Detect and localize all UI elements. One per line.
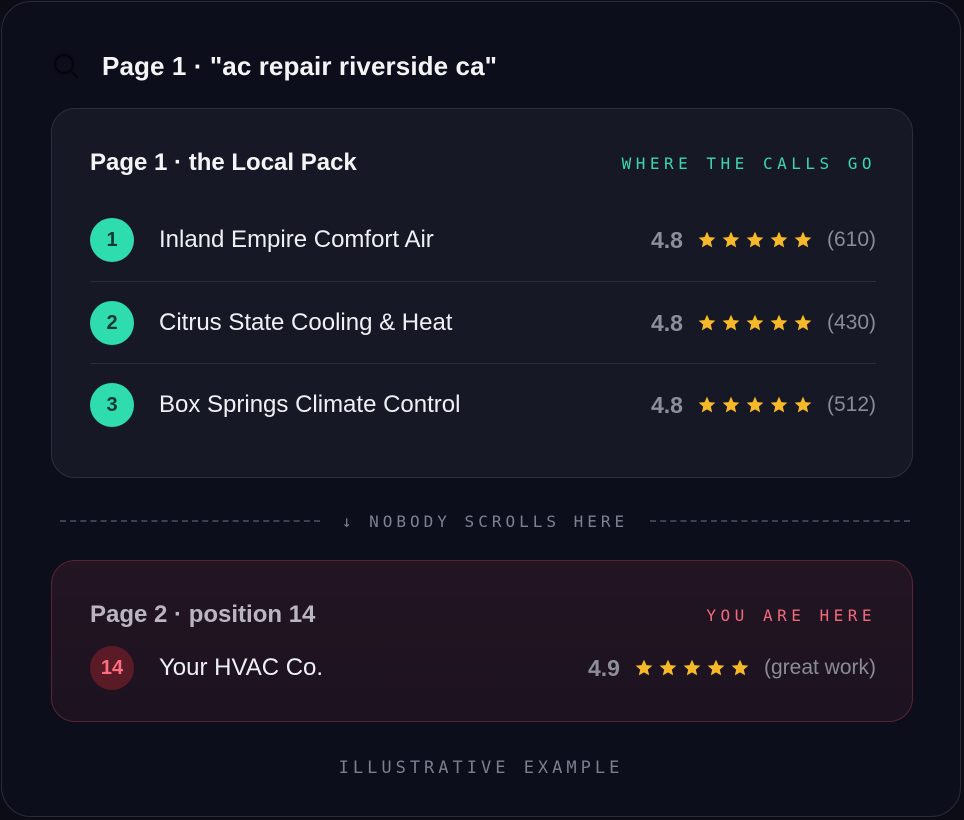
star-icon [707, 659, 725, 676]
rating-score: 4.8 [650, 391, 683, 418]
local-pack-result[interactable]: 3 Box Springs Climate Control 4.8 (512) [90, 363, 876, 446]
star-rating [634, 658, 750, 678]
search-query-label: Page 1 · "ac repair riverside ca" [102, 50, 498, 81]
you-are-here-tag: YOU ARE HERE [706, 605, 876, 625]
rating-score: 4.8 [650, 226, 683, 253]
rank-badge: 2 [90, 301, 134, 345]
rating: 4.8 (512) [651, 392, 876, 419]
local-pack-tag: WHERE THE CALLS GO [621, 153, 876, 173]
your-listing-header: Page 2 · position 14 YOU ARE HERE [90, 601, 876, 629]
footer-note: ILLUSTRATIVE EXAMPLE [338, 758, 624, 778]
your-listing-result[interactable]: 14 Your HVAC Co. 4.9 (great work) [90, 627, 876, 709]
local-pack-result[interactable]: 2 Citrus State Cooling & Heat 4.8 (430) [90, 281, 876, 364]
star-icon [770, 231, 788, 248]
star-rating [697, 230, 813, 250]
star-rating [697, 313, 813, 333]
local-pack-title: Page 1 · the Local Pack [90, 149, 357, 176]
local-pack-card: Page 1 · the Local Pack WHERE THE CALLS … [51, 108, 913, 478]
star-icon [683, 659, 701, 676]
star-icon [746, 231, 764, 248]
local-pack-result[interactable]: 1 Inland Empire Comfort Air 4.8 (610) [90, 199, 876, 281]
review-count: (512) [826, 393, 876, 416]
your-listing-card: Page 2 · position 14 YOU ARE HERE 14 You… [51, 560, 913, 722]
star-rating [697, 395, 813, 415]
business-name: Inland Empire Comfort Air [159, 226, 434, 253]
business-name: Citrus State Cooling & Heat [159, 309, 453, 336]
star-icon [770, 314, 788, 331]
search-header: Page 1 · "ac repair riverside ca" [52, 46, 497, 86]
rating-score: 4.8 [650, 309, 683, 336]
star-icon [698, 314, 716, 331]
review-count: (430) [826, 311, 876, 334]
star-icon [794, 396, 812, 413]
your-listing-title: Page 2 · position 14 [90, 601, 316, 628]
star-icon [746, 396, 764, 413]
star-icon [722, 231, 740, 248]
star-icon [635, 659, 653, 676]
star-icon [698, 231, 716, 248]
divider-label: ↓ NOBODY SCROLLS HERE [341, 511, 629, 531]
rating: 4.8 (610) [651, 227, 876, 254]
rank-badge: 1 [90, 218, 134, 262]
star-icon [794, 231, 812, 248]
star-icon [794, 314, 812, 331]
star-icon [731, 659, 749, 676]
star-icon [746, 314, 764, 331]
star-icon [770, 396, 788, 413]
rank-badge: 3 [90, 383, 134, 427]
star-icon [659, 659, 677, 676]
rating-score: 4.9 [587, 654, 620, 681]
business-name: Box Springs Climate Control [159, 391, 461, 418]
local-pack-header: Page 1 · the Local Pack WHERE THE CALLS … [90, 149, 876, 177]
star-icon [698, 396, 716, 413]
rating: 4.9 (great work) [588, 655, 876, 682]
divider-line-right [650, 520, 911, 522]
review-count: (great work) [763, 656, 876, 679]
star-icon [722, 396, 740, 413]
rating: 4.8 (430) [651, 310, 876, 337]
app-frame: Page 1 · "ac repair riverside ca" Page 1… [1, 1, 961, 817]
divider-line-left [60, 520, 320, 522]
rank-badge: 14 [90, 646, 134, 690]
review-count: (610) [826, 228, 876, 251]
business-name: Your HVAC Co. [159, 654, 324, 681]
scroll-divider: ↓ NOBODY SCROLLS HERE [60, 507, 911, 535]
search-icon [53, 53, 79, 79]
star-icon [722, 314, 740, 331]
